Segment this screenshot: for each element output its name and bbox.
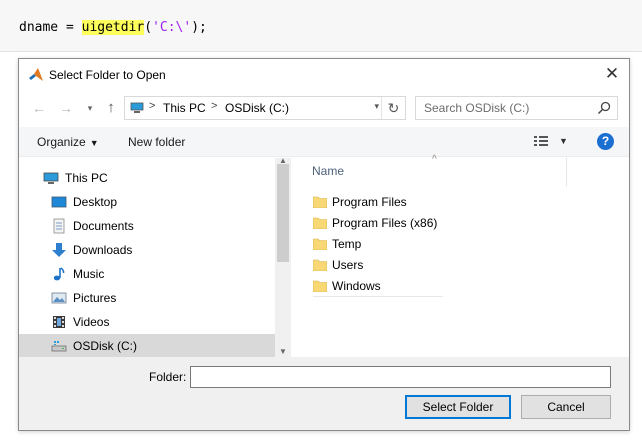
downloads-icon <box>52 243 66 257</box>
breadcrumb-separator: > <box>149 100 156 112</box>
search-box <box>415 96 618 120</box>
folder-icon <box>313 238 327 250</box>
tree-item-osdisk[interactable]: OSDisk (C:) <box>19 334 275 358</box>
command-toolbar: Organize ▼ New folder ▼ ? <box>19 127 629 157</box>
column-header-name[interactable]: Name ^ <box>297 154 567 186</box>
tree-item-label: Videos <box>73 315 110 329</box>
dialog-footer: Folder: Select Folder Cancel <box>19 357 629 430</box>
folder-name: Temp <box>332 237 362 251</box>
close-button[interactable]: ✕ <box>595 59 629 89</box>
folder-icon <box>313 280 327 292</box>
up-arrow-icon[interactable]: ↑ <box>101 98 121 118</box>
forward-arrow-icon[interactable]: → <box>56 98 76 118</box>
tree-item-label: Music <box>73 267 105 281</box>
breadcrumb-separator: > <box>211 100 218 112</box>
tree-item-documents[interactable]: Documents <box>19 214 275 238</box>
recent-locations-chevron-icon[interactable]: ▾ <box>80 98 100 118</box>
tree-item-desktop[interactable]: Desktop <box>19 190 275 214</box>
select-folder-dialog: Select Folder to Open ✕ ← → ▾ ↑ > This P… <box>18 58 630 431</box>
code-editor-line: dname = uigetdir('C:\'); <box>0 0 642 52</box>
computer-icon <box>130 102 144 113</box>
chevron-down-icon: ▼ <box>89 138 99 148</box>
folder-name: Windows <box>332 279 381 293</box>
matlab-logo-icon <box>29 68 43 81</box>
tree-item-label: Pictures <box>73 291 117 305</box>
address-bar[interactable]: > This PC > OSDisk (C:) ▾ ↻ <box>124 96 406 120</box>
code-function: uigetdir <box>81 20 145 35</box>
folder-field[interactable] <box>190 366 611 388</box>
new-folder-button[interactable]: New folder <box>128 135 185 149</box>
address-row: ← → ▾ ↑ > This PC > OSDisk (C:) ▾ ↻ <box>19 93 629 125</box>
code-suffix: ); <box>191 20 207 35</box>
tree-item-label: OSDisk (C:) <box>73 339 137 353</box>
tree-item-downloads[interactable]: Downloads <box>19 238 275 262</box>
view-options-icon[interactable] <box>534 135 548 147</box>
tree-item-videos[interactable]: Videos <box>19 310 275 334</box>
folder-name: Program Files (x86) <box>332 216 438 230</box>
file-list: Name ^ Program Files Program Files (x86)… <box>297 154 627 357</box>
refresh-icon[interactable]: ↻ <box>381 97 405 119</box>
folder-icon <box>313 196 327 208</box>
tree-item-pictures[interactable]: Pictures <box>19 286 275 310</box>
code-text: dname = uigetdir('C:\'); <box>19 20 207 35</box>
documents-icon <box>53 218 65 234</box>
tree-item-label: This PC <box>65 171 108 185</box>
music-icon <box>53 267 65 281</box>
list-item[interactable]: Program Files (x86) <box>313 213 443 234</box>
folder-name: Program Files <box>332 195 407 209</box>
list-divider <box>313 296 443 297</box>
tree-item-label: Downloads <box>73 243 133 257</box>
breadcrumb-this-pc[interactable]: This PC <box>163 101 206 115</box>
list-item[interactable]: Temp <box>313 234 443 255</box>
tree-item-label: Documents <box>73 219 134 233</box>
tree-item-music[interactable]: Music <box>19 262 275 286</box>
videos-icon <box>53 316 65 328</box>
folder-name: Users <box>332 258 364 272</box>
tree-item-label: Desktop <box>73 195 118 209</box>
navigation-pane: This PC Desktop Documents Downloads Musi… <box>19 158 275 358</box>
organize-label: Organize <box>37 135 86 149</box>
select-folder-button[interactable]: Select Folder <box>405 395 511 419</box>
breadcrumb-osdisk[interactable]: OSDisk (C:) <box>225 101 289 115</box>
view-chevron-down-icon[interactable]: ▼ <box>559 136 568 146</box>
tree-item-this-pc[interactable]: This PC <box>19 166 275 190</box>
scroll-down-icon[interactable]: ▼ <box>275 347 291 356</box>
computer-icon <box>43 172 59 184</box>
pictures-icon <box>51 292 67 304</box>
folder-icon <box>313 217 327 229</box>
folder-field-label: Folder: <box>149 370 187 384</box>
help-icon[interactable]: ? <box>597 133 614 150</box>
list-item[interactable]: Program Files <box>313 192 443 213</box>
organize-button[interactable]: Organize ▼ <box>37 135 99 149</box>
list-item[interactable]: Windows <box>313 276 443 297</box>
cancel-button[interactable]: Cancel <box>521 395 611 419</box>
desktop-icon <box>51 196 67 208</box>
scrollbar-thumb[interactable] <box>277 164 289 262</box>
sort-ascending-icon: ^ <box>432 154 437 165</box>
folder-icon <box>313 259 327 271</box>
drive-icon <box>51 341 67 352</box>
code-open-paren: ( <box>144 20 153 35</box>
code-argument: 'C:\' <box>152 20 192 35</box>
navigation-scrollbar[interactable]: ▲ ▼ <box>275 156 291 357</box>
list-item[interactable]: Users <box>313 255 443 276</box>
search-icon[interactable] <box>597 101 611 115</box>
column-header-label: Name <box>312 164 345 178</box>
code-prefix: dname = <box>19 20 82 35</box>
address-history-chevron-icon[interactable]: ▾ <box>374 101 379 112</box>
dialog-title: Select Folder to Open <box>49 68 166 82</box>
title-bar: Select Folder to Open ✕ <box>19 59 629 91</box>
search-input[interactable] <box>416 97 596 119</box>
back-arrow-icon[interactable]: ← <box>29 98 49 118</box>
